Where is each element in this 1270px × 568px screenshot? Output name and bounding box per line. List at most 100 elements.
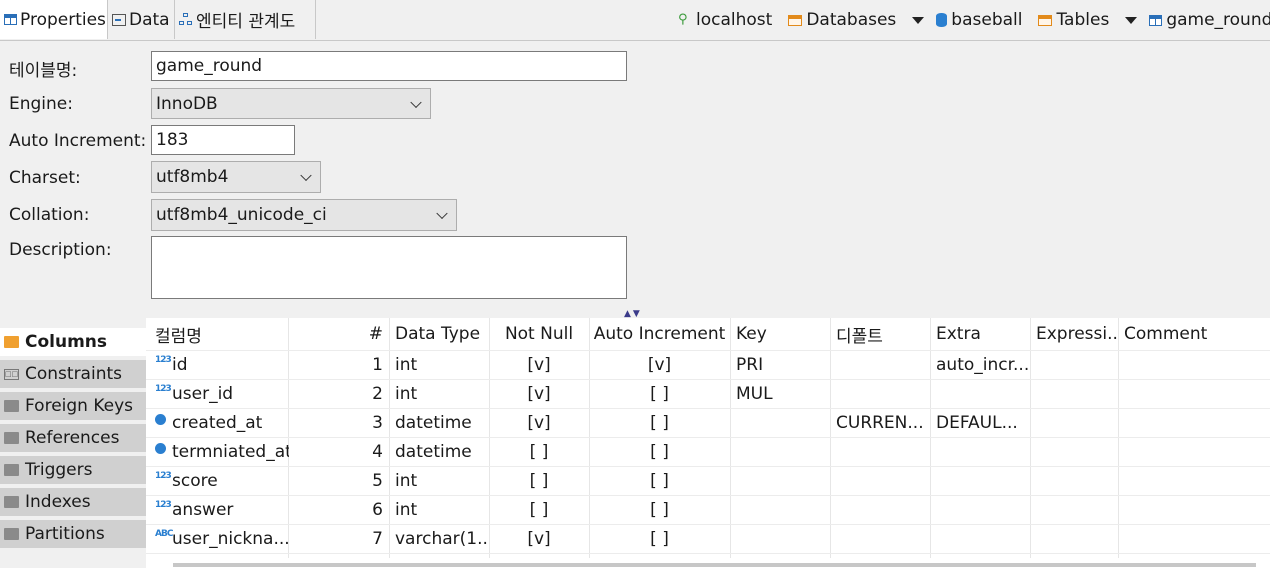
- table-row[interactable]: 123 score 5 int [ ] [ ]: [146, 466, 1270, 495]
- breadcrumb-database[interactable]: baseball: [936, 10, 1022, 30]
- folder-icon: [4, 400, 19, 412]
- column-auto-increment[interactable]: [ ]: [589, 437, 730, 466]
- folder-icon: [4, 528, 19, 540]
- folder-icon: [4, 496, 19, 508]
- collation-value: utf8mb4_unicode_ci: [156, 205, 327, 225]
- column-key: [730, 437, 830, 466]
- column-auto-increment[interactable]: [ ]: [589, 408, 730, 437]
- table-row[interactable]: created_at 3 datetime [v] [ ] CURREN... …: [146, 408, 1270, 437]
- col-header-key[interactable]: Key: [730, 318, 830, 350]
- horizontal-scrollbar[interactable]: [173, 563, 1256, 567]
- side-tab-label: Foreign Keys: [25, 396, 134, 416]
- column-not-null[interactable]: [v]: [489, 524, 589, 553]
- table-icon: [1149, 14, 1163, 26]
- charset-select[interactable]: utf8mb4: [151, 161, 321, 193]
- col-header-default[interactable]: 디폴트: [830, 318, 930, 350]
- side-tab-label: Indexes: [25, 492, 91, 512]
- tab-label: Properties: [20, 9, 106, 30]
- column-name-cell: 123 answer: [149, 495, 289, 524]
- col-header-not-null[interactable]: Not Null: [489, 318, 589, 350]
- column-not-null[interactable]: [ ]: [489, 466, 589, 495]
- column-default: [830, 437, 930, 466]
- data-icon: [112, 13, 126, 26]
- col-header-comment[interactable]: Comment: [1118, 318, 1270, 350]
- table-name-label: 테이블명:: [9, 61, 78, 81]
- tab-er-diagram[interactable]: 엔티티 관계도: [175, 0, 316, 39]
- side-tab-references[interactable]: References: [0, 424, 146, 454]
- engine-label: Engine:: [9, 94, 73, 114]
- column-default: [830, 350, 930, 379]
- col-header-type[interactable]: Data Type: [389, 318, 489, 350]
- table-name-input[interactable]: game_round: [151, 51, 627, 81]
- side-tab-partitions[interactable]: Partitions: [0, 520, 146, 550]
- table-row[interactable]: 123 user_id 2 int [v] [ ] MUL: [146, 379, 1270, 408]
- column-not-null[interactable]: [v]: [489, 379, 589, 408]
- col-header-extra[interactable]: Extra: [930, 318, 1030, 350]
- numeric-icon: 123: [155, 500, 172, 510]
- side-tab-indexes[interactable]: Indexes: [0, 488, 146, 518]
- column-auto-increment[interactable]: [ ]: [589, 524, 730, 553]
- col-header-name[interactable]: 컬럼명: [149, 318, 289, 350]
- column-auto-increment[interactable]: [ ]: [589, 379, 730, 408]
- column-number: 1: [372, 354, 383, 375]
- grid-divider: [146, 553, 1270, 554]
- column-not-null[interactable]: [v]: [489, 408, 589, 437]
- chevron-down-icon: [436, 207, 448, 220]
- side-tab-constraints[interactable]: □□ Constraints: [0, 360, 146, 390]
- column-extra: [930, 379, 1030, 408]
- tab-properties[interactable]: Properties: [0, 0, 108, 39]
- column-extra: [930, 466, 1030, 495]
- column-not-null[interactable]: [ ]: [489, 495, 589, 524]
- breadcrumb: ⚲ localhost Databases baseball Tables ga…: [678, 0, 1270, 40]
- column-auto-increment[interactable]: [ ]: [589, 466, 730, 495]
- column-not-null[interactable]: [ ]: [489, 437, 589, 466]
- tab-data[interactable]: Data: [108, 0, 175, 39]
- column-not-null[interactable]: [v]: [489, 350, 589, 379]
- dropdown-arrow-icon[interactable]: [1125, 16, 1138, 24]
- table-row[interactable]: ABC user_nickna... 7 varchar(1... [v] [ ]: [146, 524, 1270, 553]
- folder-icon: [788, 14, 803, 26]
- table-row[interactable]: 123 id 1 int [v] [v] PRI auto_incr...: [146, 350, 1270, 379]
- folder-icon: [1038, 14, 1053, 26]
- column-key: [730, 524, 830, 553]
- dropdown-arrow-icon[interactable]: [912, 16, 925, 24]
- column-auto-increment[interactable]: [ ]: [589, 495, 730, 524]
- column-auto-increment[interactable]: [v]: [589, 350, 730, 379]
- column-data-type: int: [395, 383, 418, 404]
- engine-value: InnoDB: [156, 93, 218, 114]
- breadcrumb-databases[interactable]: Databases: [788, 10, 896, 30]
- col-header-num[interactable]: #: [289, 318, 389, 350]
- table-row[interactable]: termniated_at 4 datetime [ ] [ ]: [146, 437, 1270, 466]
- description-textarea[interactable]: [151, 236, 627, 299]
- side-tab-foreign-keys[interactable]: Foreign Keys: [0, 392, 146, 422]
- column-name: termniated_at: [172, 441, 289, 462]
- column-data-type: int: [395, 470, 418, 491]
- breadcrumb-tables[interactable]: Tables: [1038, 10, 1109, 30]
- text-icon: ABC: [155, 529, 173, 539]
- side-tab-columns[interactable]: Columns: [0, 328, 146, 358]
- collation-select[interactable]: utf8mb4_unicode_ci: [151, 199, 457, 231]
- column-extra: DEFAUL...: [936, 412, 1018, 433]
- col-header-expression[interactable]: Expressi...: [1030, 318, 1118, 350]
- er-diagram-icon: [179, 13, 193, 26]
- database-icon: [936, 13, 948, 27]
- column-data-type: datetime: [395, 412, 472, 433]
- clock-icon: [155, 413, 166, 425]
- auto-increment-input[interactable]: 183: [151, 125, 295, 155]
- breadcrumb-table[interactable]: game_round: [1149, 10, 1270, 30]
- column-name-cell: termniated_at: [149, 437, 289, 466]
- engine-select[interactable]: InnoDB: [151, 88, 431, 119]
- table-row[interactable]: 123 answer 6 int [ ] [ ]: [146, 495, 1270, 524]
- columns-grid: 컬럼명 # Data Type Not Null Auto Increment …: [146, 318, 1270, 568]
- column-key: MUL: [736, 383, 773, 404]
- breadcrumb-host[interactable]: ⚲ localhost: [678, 10, 772, 30]
- col-header-auto-increment[interactable]: Auto Increment: [589, 318, 730, 350]
- folder-icon: [4, 432, 19, 444]
- side-tab-triggers[interactable]: Triggers: [0, 456, 146, 486]
- breadcrumb-databases-label: Databases: [806, 10, 897, 30]
- column-data-type: varchar(1...: [395, 528, 489, 549]
- chevron-down-icon: [410, 96, 422, 108]
- folder-icon: [4, 464, 19, 476]
- numeric-icon: 123: [155, 355, 172, 365]
- column-default: [830, 524, 930, 553]
